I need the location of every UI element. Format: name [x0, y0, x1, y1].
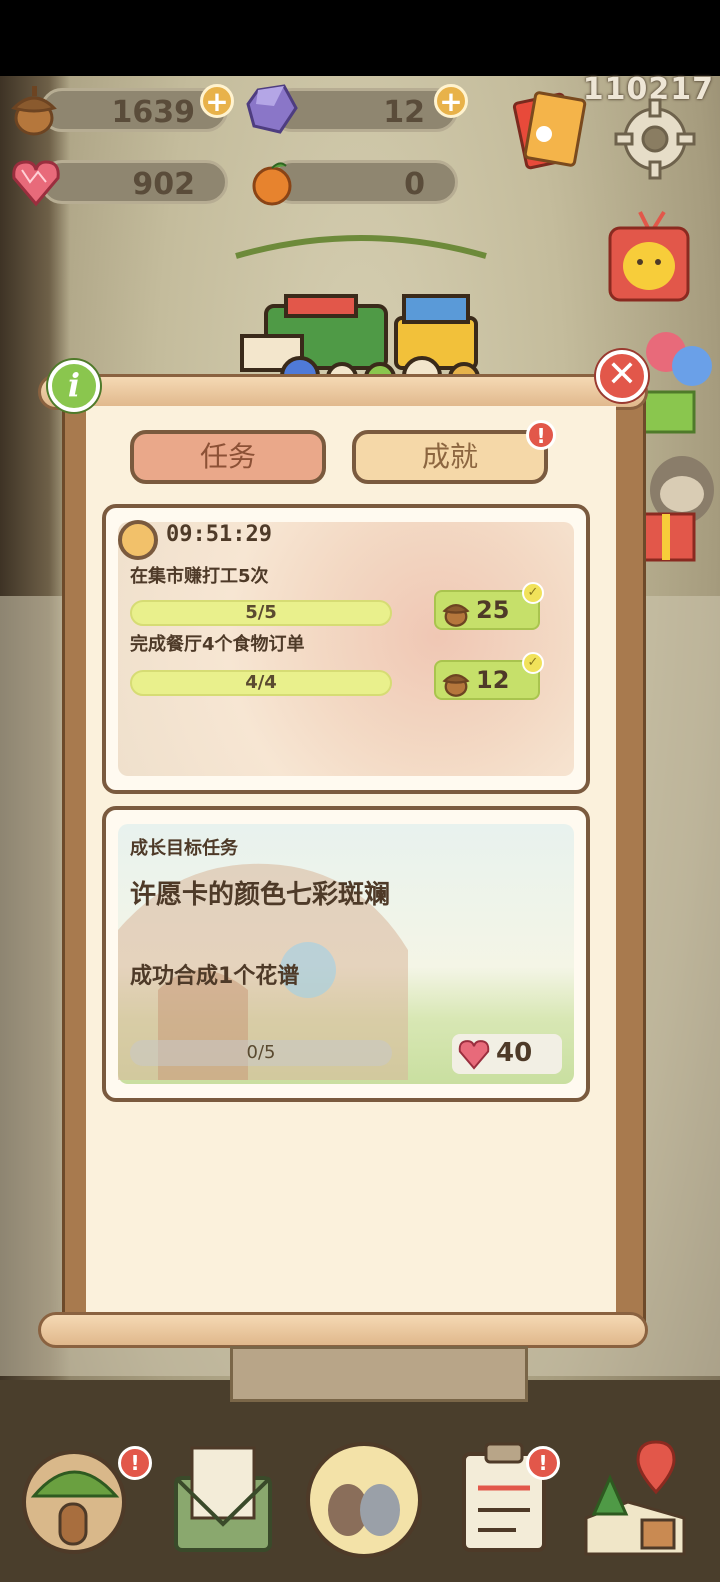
task-title: 完成餐厅4个食物订单 [130, 634, 305, 655]
task-title: 在集市赚打工5次 [130, 566, 269, 587]
gem-icon [246, 84, 298, 134]
tv-reward-icon[interactable] [604, 204, 694, 308]
clock-icon [118, 520, 158, 560]
growth-label: 成长目标任务 [130, 838, 238, 859]
floor-mat [230, 1346, 528, 1402]
add-gem-button[interactable]: + [434, 84, 468, 118]
tab-achievements[interactable]: 成就 [352, 430, 548, 484]
acorn-icon [11, 86, 57, 136]
map-nav-button[interactable] [580, 1438, 690, 1558]
acorn-counter: 1639 [40, 88, 228, 132]
achievements-alert-badge: ! [526, 420, 556, 450]
add-acorn-button[interactable]: + [200, 84, 234, 118]
growth-title: 许愿卡的颜色七彩斑斓 [130, 880, 391, 910]
gem-value: 12 [383, 95, 425, 130]
home-nav-button[interactable] [20, 1438, 130, 1558]
paw-nav-button[interactable] [304, 1440, 424, 1560]
check-icon: ✓ [522, 652, 544, 674]
tab-tasks[interactable]: 任务 [130, 430, 326, 484]
orange-icon [252, 162, 292, 206]
growth-progress-bar: 0/5 [130, 1040, 392, 1066]
status-bar [0, 0, 720, 76]
balloon-gift-icon[interactable] [636, 326, 720, 436]
check-icon: ✓ [522, 582, 544, 604]
gear-icon[interactable] [612, 96, 698, 182]
orange-value: 0 [404, 167, 425, 202]
acorn-icon [442, 604, 470, 627]
reward-amount: 12 [476, 666, 510, 694]
growth-reward: 40 [452, 1034, 562, 1074]
close-button[interactable]: ✕ [596, 350, 648, 402]
home-alert-badge: ! [118, 1446, 152, 1480]
heart-gem-icon [12, 160, 60, 207]
heart-value: 902 [132, 167, 195, 202]
checklist-alert-badge: ! [526, 1446, 560, 1480]
growth-task: 成功合成1个花谱 [130, 964, 300, 989]
mail-nav-button[interactable] [168, 1438, 278, 1558]
reward-amount: 40 [496, 1038, 533, 1068]
reward-amount: 25 [476, 596, 510, 624]
acorn-value: 1639 [111, 95, 196, 130]
heart-gem-icon [458, 1040, 490, 1070]
task-progress-bar: 5/5 [130, 600, 392, 626]
info-button[interactable]: i [48, 360, 100, 412]
card-pack-icon[interactable] [508, 88, 588, 178]
daily-timer: 09:51:29 [166, 522, 272, 547]
scroll-top-rod [38, 374, 648, 410]
acorn-icon [442, 674, 470, 697]
scroll-bottom-rod [38, 1312, 648, 1348]
heart-counter: 902 [40, 160, 228, 204]
task-progress-bar: 4/4 [130, 670, 392, 696]
